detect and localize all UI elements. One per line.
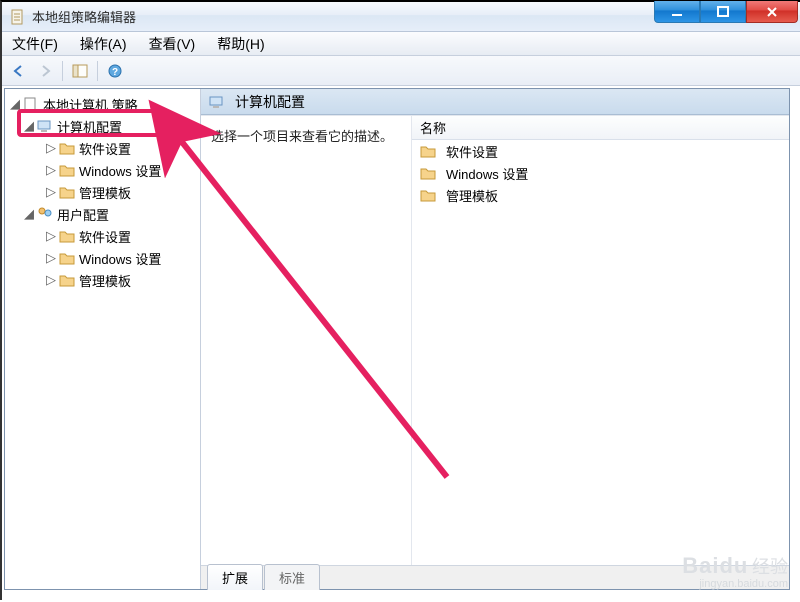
expand-icon[interactable]: ▷ — [45, 186, 57, 198]
details-header: 计算机配置 — [201, 89, 789, 115]
description-text: 选择一个项目来查看它的描述。 — [211, 129, 393, 144]
details-pane: 计算机配置 选择一个项目来查看它的描述。 名称 软件设置 Windows 设置 — [201, 89, 789, 589]
folder-icon — [59, 140, 75, 156]
tree-label: 用户配置 — [57, 205, 109, 224]
tree-label: 软件设置 — [79, 227, 131, 246]
list-item[interactable]: 软件设置 — [412, 140, 789, 162]
expand-icon[interactable]: ▷ — [45, 142, 57, 154]
tree-item-software[interactable]: ▷ 软件设置 — [5, 137, 200, 159]
tree-item-templates[interactable]: ▷ 管理模板 — [5, 269, 200, 291]
list-item[interactable]: 管理模板 — [412, 184, 789, 206]
folder-icon — [59, 272, 75, 288]
column-name: 名称 — [420, 118, 446, 137]
expand-icon[interactable]: ▷ — [45, 274, 57, 286]
folder-icon — [59, 162, 75, 178]
expand-icon[interactable]: ▷ — [45, 164, 57, 176]
menu-file[interactable]: 文件(F) — [8, 32, 62, 56]
list-item-label: 软件设置 — [446, 142, 498, 161]
collapse-icon[interactable]: ◢ — [23, 208, 35, 220]
maximize-button[interactable] — [700, 1, 746, 23]
collapse-icon[interactable]: ◢ — [23, 120, 35, 132]
menubar: 文件(F) 操作(A) 查看(V) 帮助(H) — [2, 32, 800, 56]
tree-label: 计算机配置 — [57, 117, 122, 136]
menu-view[interactable]: 查看(V) — [145, 32, 200, 56]
users-icon — [37, 206, 53, 222]
tree-label: Windows 设置 — [79, 161, 161, 180]
tree-label: 管理模板 — [79, 183, 131, 202]
tree-item-software[interactable]: ▷ 软件设置 — [5, 225, 200, 247]
list-column: 名称 软件设置 Windows 设置 管理模板 — [411, 116, 789, 589]
svg-text:?: ? — [112, 67, 118, 78]
toolbar-separator — [62, 61, 63, 81]
folder-icon — [420, 143, 436, 159]
window-controls — [654, 1, 798, 23]
list-item-label: Windows 设置 — [446, 164, 528, 183]
toolbar-separator — [97, 61, 98, 81]
app-icon — [10, 9, 26, 25]
expand-icon[interactable]: ▷ — [45, 252, 57, 264]
tree-pane: ◢ 本地计算机 策略 ◢ 计算机配置 ▷ 软件设置 ▷ Windows 设置 ▷… — [5, 89, 201, 589]
details-body: 选择一个项目来查看它的描述。 名称 软件设置 Windows 设置 管理模板 — [201, 115, 789, 589]
tree-label: 软件设置 — [79, 139, 131, 158]
computer-icon — [37, 118, 53, 134]
folder-icon — [420, 165, 436, 181]
list-item[interactable]: Windows 设置 — [412, 162, 789, 184]
tab-standard[interactable]: 标准 — [264, 564, 320, 590]
tab-strip: 扩展 标准 — [201, 565, 789, 589]
expand-icon[interactable]: ▷ — [45, 230, 57, 242]
window-title: 本地组策略编辑器 — [32, 7, 136, 26]
show-hide-tree-button[interactable] — [69, 60, 91, 82]
menu-action[interactable]: 操作(A) — [76, 32, 131, 56]
description-column: 选择一个项目来查看它的描述。 — [201, 116, 411, 589]
tree-root-label: 本地计算机 策略 — [43, 95, 138, 114]
minimize-button[interactable] — [654, 1, 700, 23]
folder-icon — [59, 228, 75, 244]
toolbar: ? — [2, 56, 800, 86]
close-button[interactable] — [746, 1, 798, 23]
client-area: ◢ 本地计算机 策略 ◢ 计算机配置 ▷ 软件设置 ▷ Windows 设置 ▷… — [4, 88, 790, 590]
help-button[interactable]: ? — [104, 60, 126, 82]
tree-label: Windows 设置 — [79, 249, 161, 268]
policy-icon — [23, 96, 39, 112]
collapse-icon[interactable]: ◢ — [9, 98, 21, 110]
list-item-label: 管理模板 — [446, 186, 498, 205]
tree-computer-config[interactable]: ◢ 计算机配置 — [5, 115, 200, 137]
tree-user-config[interactable]: ◢ 用户配置 — [5, 203, 200, 225]
tree-item-windows[interactable]: ▷ Windows 设置 — [5, 247, 200, 269]
titlebar: 本地组策略编辑器 — [2, 2, 800, 32]
forward-button[interactable] — [34, 60, 56, 82]
tab-extended[interactable]: 扩展 — [207, 564, 263, 590]
back-button[interactable] — [8, 60, 30, 82]
tree-label: 管理模板 — [79, 271, 131, 290]
folder-icon — [59, 184, 75, 200]
tree-item-templates[interactable]: ▷ 管理模板 — [5, 181, 200, 203]
tree-root[interactable]: ◢ 本地计算机 策略 — [5, 93, 200, 115]
details-header-title: 计算机配置 — [235, 92, 305, 112]
list-column-header[interactable]: 名称 — [412, 116, 789, 140]
computer-icon — [209, 94, 225, 110]
folder-icon — [59, 250, 75, 266]
tree-item-windows[interactable]: ▷ Windows 设置 — [5, 159, 200, 181]
menu-help[interactable]: 帮助(H) — [213, 32, 268, 56]
folder-icon — [420, 187, 436, 203]
